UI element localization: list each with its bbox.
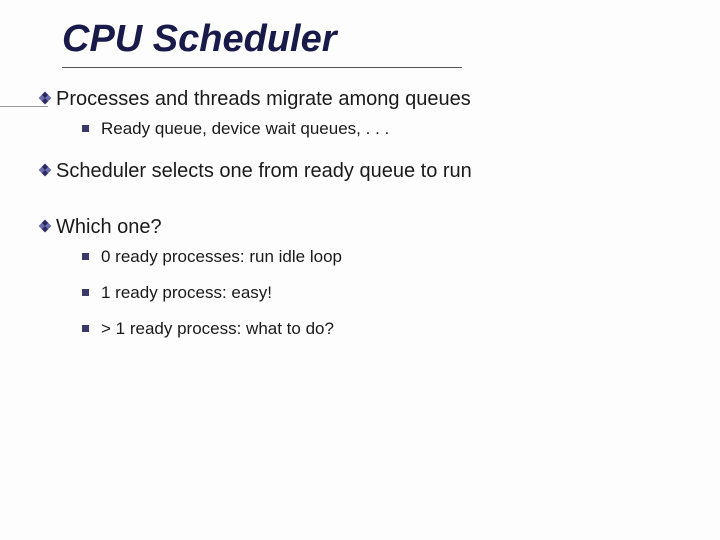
sub-list: 0 ready processes: run idle loop 1 ready…: [82, 246, 690, 340]
diamond-bullet-icon: [38, 91, 52, 105]
bullet-item: Processes and threads migrate among queu…: [38, 86, 690, 112]
diamond-bullet-icon: [38, 219, 52, 233]
diamond-bullet-icon: [38, 163, 52, 177]
sub-list: Ready queue, device wait queues, . . .: [82, 118, 690, 140]
slide-title: CPU Scheduler: [62, 18, 690, 61]
sub-text: 1 ready process: easy!: [101, 282, 272, 304]
sub-item: 1 ready process: easy!: [82, 282, 690, 304]
bullet-text: Which one?: [56, 214, 162, 240]
sub-text: > 1 ready process: what to do?: [101, 318, 334, 340]
sub-item: > 1 ready process: what to do?: [82, 318, 690, 340]
sub-item: Ready queue, device wait queues, . . .: [82, 118, 690, 140]
sub-text: 0 ready processes: run idle loop: [101, 246, 342, 268]
sub-text: Ready queue, device wait queues, . . .: [101, 118, 389, 140]
slide: CPU Scheduler Processes and threads migr…: [0, 0, 720, 540]
bullet-item: Which one?: [38, 214, 690, 240]
square-bullet-icon: [82, 125, 89, 132]
slide-content: Processes and threads migrate among queu…: [38, 86, 690, 340]
bullet-text: Scheduler selects one from ready queue t…: [56, 158, 472, 184]
square-bullet-icon: [82, 289, 89, 296]
sub-item: 0 ready processes: run idle loop: [82, 246, 690, 268]
decorative-line: [0, 106, 48, 107]
title-underline: [62, 67, 462, 68]
bullet-item: Scheduler selects one from ready queue t…: [38, 158, 690, 184]
bullet-text: Processes and threads migrate among queu…: [56, 86, 471, 112]
square-bullet-icon: [82, 253, 89, 260]
square-bullet-icon: [82, 325, 89, 332]
